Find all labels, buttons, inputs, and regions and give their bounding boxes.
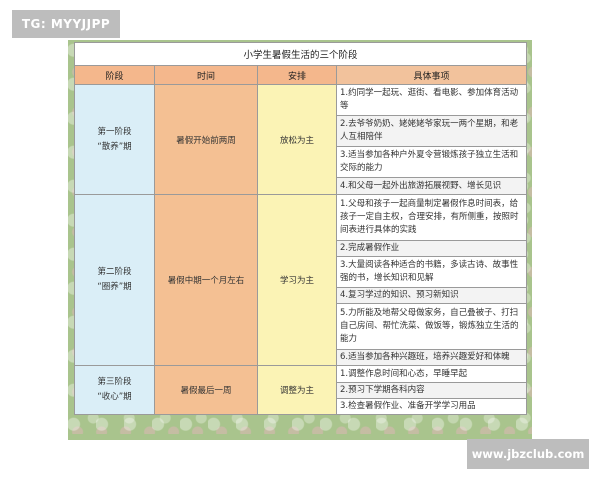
header-stage: 阶段	[74, 65, 155, 85]
detail-item: 4.和父母一起外出旅游拓展视野、增长见识	[335, 177, 528, 195]
focus-cell: 学习为主	[257, 194, 337, 366]
detail-item: 6.适当参加各种兴趣班，培养兴趣爱好和体魄	[335, 349, 528, 366]
header-details: 具体事项	[335, 65, 528, 85]
detail-item: 1.约同学一起玩、逛街、看电影、参加体育活动等	[335, 84, 528, 116]
table-row: 第二阶段 “圈养”期 暑假中期一个月左右 学习为主 1.父母和孩子一起商量制定暑假作息时…	[74, 194, 528, 366]
stage-name: 第三阶段	[97, 377, 132, 387]
focus-cell: 放松为主	[257, 84, 337, 195]
detail-item: 3.适当参加各种户外夏令营锻炼孩子独立生活和交际的能力	[335, 146, 528, 178]
table-frame: 小学生暑假生活的三个阶段 阶段 时间 安排 具体事项 第一阶段 “散养”期 暑假开始…	[68, 40, 532, 440]
frame-bottom-edge	[68, 434, 532, 440]
table-title: 小学生暑假生活的三个阶段	[73, 42, 528, 66]
detail-item: 2.预习下学期各科内容	[335, 382, 528, 399]
detail-item: 5.力所能及地帮父母做家务，自己叠被子、打扫自己房间、帮忙洗菜、做饭等，锻炼独立…	[335, 303, 528, 350]
detail-item: 1.父母和孩子一起商量制定暑假作息时间表，给孩子一定自主权，合理安排，有所侧重，…	[335, 194, 528, 241]
time-cell: 暑假最后一周	[154, 365, 258, 415]
watermark-top: TG: MYYJJPP	[12, 10, 120, 38]
table-row: 第一阶段 “散养”期 暑假开始前两周 放松为主 1.约同学一起玩、逛街、看电影、参加体育…	[74, 84, 528, 195]
stage-nickname: “收心”期	[97, 392, 132, 402]
stage-name: 第二阶段	[97, 267, 132, 277]
detail-item: 4.复习学过的知识、预习新知识	[335, 287, 528, 304]
focus-cell: 调整为主	[257, 365, 337, 415]
time-cell: 暑假中期一个月左右	[154, 194, 258, 366]
detail-item: 2.完成暑假作业	[335, 240, 528, 257]
stage-nickname: “圈养”期	[97, 282, 132, 292]
detail-item: 2.去爷爷奶奶、姥姥姥爷家玩一两个星期，和老人互相陪伴	[335, 115, 528, 147]
detail-item: 3.大量阅读各种适合的书籍，多读古诗、故事性强的书，增长知识和见解	[335, 256, 528, 288]
stage-cell: 第一阶段 “散养”期	[74, 84, 155, 195]
detail-item: 1.调整作息时间和心态，早睡早起	[335, 365, 528, 383]
stage-name: 第一阶段	[97, 126, 132, 137]
table-row: 第三阶段 “收心”期 暑假最后一周 调整为主 1.调整作息时间和心态，早睡早起	[74, 365, 528, 415]
detail-item: 3.检查暑假作业、准备开学学习用品	[335, 398, 528, 415]
summer-plan-table: 小学生暑假生活的三个阶段 阶段 时间 安排 具体事项 第一阶段 “散养”期 暑假开始…	[73, 42, 528, 415]
header-focus: 安排	[257, 65, 337, 85]
stage-cell: 第二阶段 “圈养”期	[74, 194, 155, 366]
stage-nickname: “散养”期	[97, 141, 132, 152]
header-time: 时间	[154, 65, 258, 85]
stage-cell: 第三阶段 “收心”期	[74, 365, 155, 415]
watermark-bottom: www.jbzclub.com	[467, 439, 589, 469]
time-cell: 暑假开始前两周	[154, 84, 258, 195]
